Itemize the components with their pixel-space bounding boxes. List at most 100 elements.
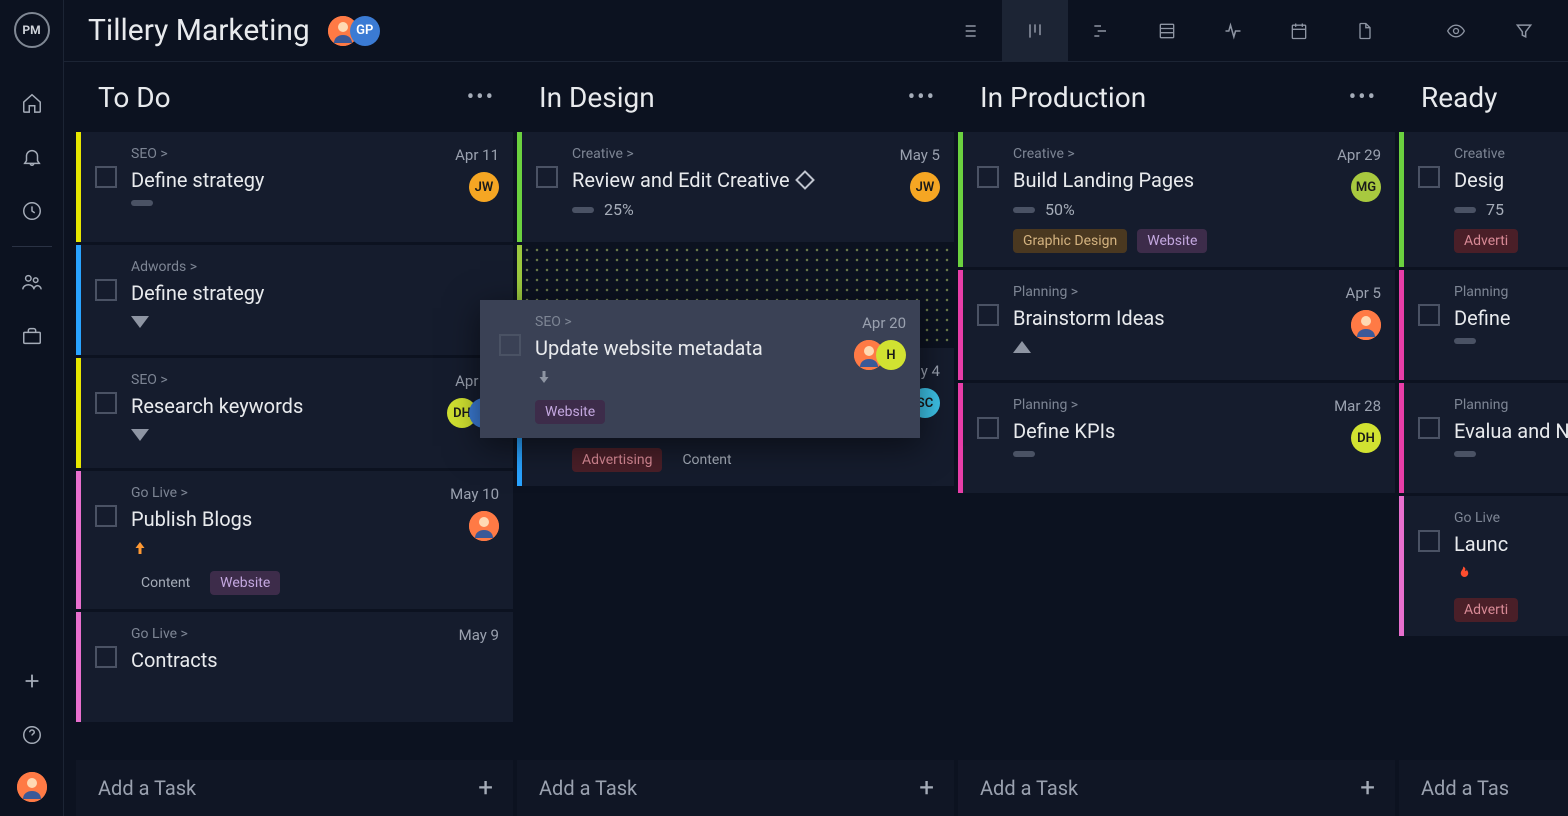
add-task-button[interactable]: Add a Task+ [958, 760, 1395, 816]
task-card[interactable]: Go LiveLauncAdverti [1399, 496, 1568, 636]
app-logo[interactable]: PM [14, 12, 50, 48]
card-title: Update website metadata [535, 336, 904, 360]
tag[interactable]: Content [672, 448, 741, 472]
tag[interactable]: Adverti [1454, 229, 1518, 253]
avatar[interactable] [1351, 310, 1381, 340]
people-icon[interactable] [0, 255, 64, 309]
avatar[interactable]: DH [1351, 423, 1381, 453]
task-checkbox[interactable] [95, 392, 117, 414]
watch-icon[interactable] [1436, 0, 1476, 62]
expand-icon[interactable] [131, 313, 149, 332]
project-members[interactable]: GP [328, 16, 380, 46]
add-task-button[interactable]: Add a Tas [1399, 760, 1568, 816]
milestone-icon [795, 170, 815, 190]
task-checkbox[interactable] [977, 304, 999, 326]
tag[interactable]: Website [210, 571, 280, 595]
task-checkbox[interactable] [1418, 417, 1440, 439]
priority-low-icon [535, 368, 553, 390]
card-breadcrumb: Planning [1454, 284, 1568, 300]
task-checkbox[interactable] [977, 166, 999, 188]
task-card[interactable]: Adwords >Define strategy [76, 245, 513, 355]
bell-icon[interactable] [0, 130, 64, 184]
avatar[interactable]: GP [350, 16, 380, 46]
add-task-button[interactable]: Add a Task+ [517, 760, 954, 816]
task-checkbox[interactable] [95, 646, 117, 668]
progress-bar [1013, 451, 1035, 457]
card-date: May 9 [459, 626, 499, 644]
board-column: To Do•••SEO >Define strategyApr 11JWAdwo… [74, 62, 515, 816]
task-checkbox[interactable] [499, 334, 521, 356]
files-view-icon[interactable] [1332, 0, 1398, 62]
card-breadcrumb: Go Live > [131, 626, 497, 642]
column-title: Ready [1421, 81, 1497, 114]
collapse-icon[interactable] [1013, 338, 1031, 357]
task-card[interactable]: Go Live >Publish BlogsContentWebsiteMay … [76, 471, 513, 609]
filter-icon[interactable] [1504, 0, 1544, 62]
task-card[interactable]: Creative >Review and Edit Creative25%May… [517, 132, 954, 242]
tag[interactable]: Website [1137, 229, 1207, 253]
task-checkbox[interactable] [95, 505, 117, 527]
expand-icon[interactable] [131, 426, 149, 445]
home-icon[interactable] [0, 76, 64, 130]
avatar[interactable]: JW [910, 172, 940, 202]
current-user-avatar[interactable] [17, 772, 47, 802]
task-checkbox[interactable] [536, 166, 558, 188]
task-card[interactable]: SEO >Research keywordsApr 13DHP [76, 358, 513, 468]
clock-icon[interactable] [0, 184, 64, 238]
column-menu-button[interactable]: ••• [467, 85, 495, 110]
card-title: Contracts [131, 648, 497, 672]
sidebar: PM [0, 0, 64, 816]
progress-bar [572, 207, 594, 213]
task-card[interactable]: Planning Evalua and N [1399, 383, 1568, 493]
plus-icon[interactable] [0, 654, 64, 708]
task-card[interactable]: PlanningDefine [1399, 270, 1568, 380]
task-card[interactable]: Planning >Define KPIsMar 28DH [958, 383, 1395, 493]
card-title: Evalua and N [1454, 419, 1568, 443]
tag[interactable]: Advertising [572, 448, 662, 472]
tag[interactable]: Graphic Design [1013, 229, 1127, 253]
avatar[interactable]: H [876, 340, 906, 370]
task-checkbox[interactable] [1418, 304, 1440, 326]
column-title: In Production [980, 81, 1146, 114]
task-card[interactable]: SEO >Define strategyApr 11JW [76, 132, 513, 242]
column-menu-button[interactable]: ••• [1349, 85, 1377, 110]
avatar[interactable]: JW [469, 172, 499, 202]
card-date: Mar 28 [1334, 397, 1381, 415]
calendar-view-icon[interactable] [1266, 0, 1332, 62]
progress-text: 75 [1486, 200, 1504, 219]
task-checkbox[interactable] [95, 279, 117, 301]
avatar[interactable] [469, 511, 499, 541]
column-menu-button[interactable]: ••• [908, 85, 936, 110]
card-breadcrumb: SEO > [131, 372, 497, 388]
topbar: Tillery Marketing GP [64, 0, 1568, 62]
gantt-view-icon[interactable] [1068, 0, 1134, 62]
help-icon[interactable] [0, 708, 64, 762]
card-title: Define strategy [131, 281, 497, 305]
tag[interactable]: Adverti [1454, 598, 1518, 622]
progress-text: 25% [604, 200, 634, 219]
task-checkbox[interactable] [1418, 166, 1440, 188]
board-view-icon[interactable] [1002, 0, 1068, 62]
card-title: Launc [1454, 532, 1568, 556]
briefcase-icon[interactable] [0, 309, 64, 363]
avatar[interactable]: MG [1351, 172, 1381, 202]
sheet-view-icon[interactable] [1134, 0, 1200, 62]
tag[interactable]: Content [131, 571, 200, 595]
activity-view-icon[interactable] [1200, 0, 1266, 62]
tag[interactable]: Website [535, 400, 605, 424]
card-breadcrumb: Planning [1454, 397, 1568, 413]
task-checkbox[interactable] [1418, 530, 1440, 552]
card-title: Research keywords [131, 394, 497, 418]
task-checkbox[interactable] [95, 166, 117, 188]
task-card[interactable]: Go Live > Contracts May 9 [76, 612, 513, 722]
task-card[interactable]: Planning >Brainstorm IdeasApr 5 [958, 270, 1395, 380]
task-checkbox[interactable] [977, 417, 999, 439]
card-date: Apr 29 [1337, 146, 1381, 164]
list-view-icon[interactable] [936, 0, 1002, 62]
task-card[interactable]: CreativeDesig75Adverti [1399, 132, 1568, 267]
view-switcher [936, 0, 1398, 62]
card-date: Apr 11 [455, 146, 499, 164]
dragging-task-card[interactable]: SEO >Update website metadataWebsiteApr 2… [480, 300, 920, 438]
task-card[interactable]: Creative >Build Landing Pages50%Graphic … [958, 132, 1395, 267]
add-task-button[interactable]: Add a Task+ [76, 760, 513, 816]
